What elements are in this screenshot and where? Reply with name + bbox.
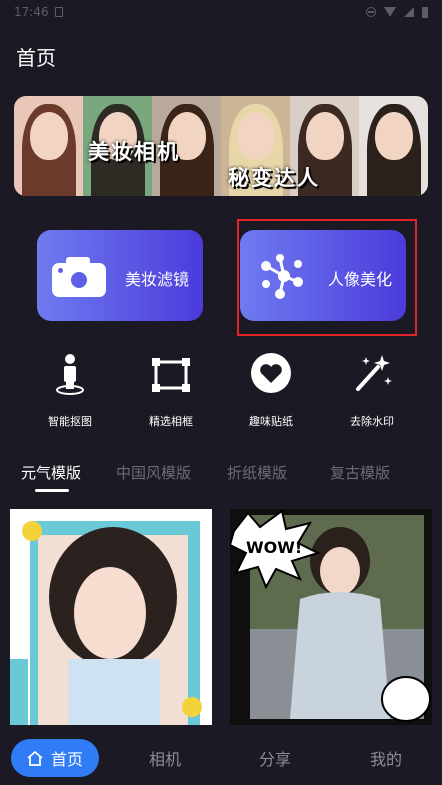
camera-icon: [52, 255, 106, 297]
person-cutout-icon: [48, 351, 92, 395]
home-icon: [27, 750, 43, 766]
magic-wand-icon: [350, 351, 394, 395]
template-gallery: WOW!: [0, 509, 442, 725]
tool-fun-sticker[interactable]: 趣味贴纸: [226, 345, 316, 435]
nav-camera[interactable]: 相机: [121, 739, 209, 777]
banner-photo-6: [359, 96, 428, 196]
bottom-nav: 首页 相机 分享 我的: [0, 729, 442, 785]
tool-label: 精选相框: [149, 415, 193, 428]
tool-label: 去除水印: [350, 415, 394, 428]
template-tabs: 元气模版 中国风模版 折纸模版 复古模版: [0, 462, 442, 498]
nav-home-label: 首页: [50, 750, 83, 769]
tools-row: 智能抠图 精选相框 趣味贴纸 去除水印: [0, 345, 442, 435]
wow-sticker-text: WOW!: [246, 538, 302, 557]
highlight-annotation-box: [237, 219, 417, 336]
beauty-filter-label: 美妆滤镜: [124, 270, 189, 289]
tab-indicator: [35, 489, 69, 492]
heart-sticker-icon: [249, 351, 293, 395]
nav-home[interactable]: 首页: [11, 739, 99, 777]
status-time: 17:46: [14, 5, 49, 19]
tab-chinese-style[interactable]: 中国风模版: [116, 462, 191, 483]
banner-title-right: 秘变达人: [228, 166, 320, 190]
sim-icon: [54, 7, 63, 17]
page-title: 首页: [16, 46, 56, 70]
battery-icon: [422, 6, 428, 18]
status-bar: 17:46: [0, 0, 442, 24]
nav-share[interactable]: 分享: [231, 739, 319, 777]
banner-photo-1: [14, 96, 83, 196]
tool-remove-watermark[interactable]: 去除水印: [327, 345, 417, 435]
template-thumb-cyan-frame[interactable]: [10, 509, 212, 725]
tool-photo-frame[interactable]: 精选相框: [126, 345, 216, 435]
tool-label: 趣味贴纸: [249, 415, 293, 428]
tab-yuanqi[interactable]: 元气模版: [21, 462, 81, 483]
promo-banner[interactable]: [14, 96, 428, 196]
signal-icon: [404, 7, 414, 17]
tab-retro[interactable]: 复古模版: [330, 462, 390, 483]
tool-smart-cutout[interactable]: 智能抠图: [25, 345, 115, 435]
tool-label: 智能抠图: [48, 415, 92, 428]
template-thumb-comic-wow[interactable]: WOW!: [230, 509, 432, 725]
beauty-filter-card[interactable]: 美妆滤镜: [37, 230, 203, 321]
photo-frame-icon: [149, 351, 193, 395]
wifi-icon: [384, 7, 396, 17]
banner-title-left: 美妆相机: [88, 140, 180, 164]
tab-origami[interactable]: 折纸模版: [227, 462, 287, 483]
do-not-disturb-icon: [366, 7, 376, 17]
nav-mine[interactable]: 我的: [342, 739, 430, 777]
